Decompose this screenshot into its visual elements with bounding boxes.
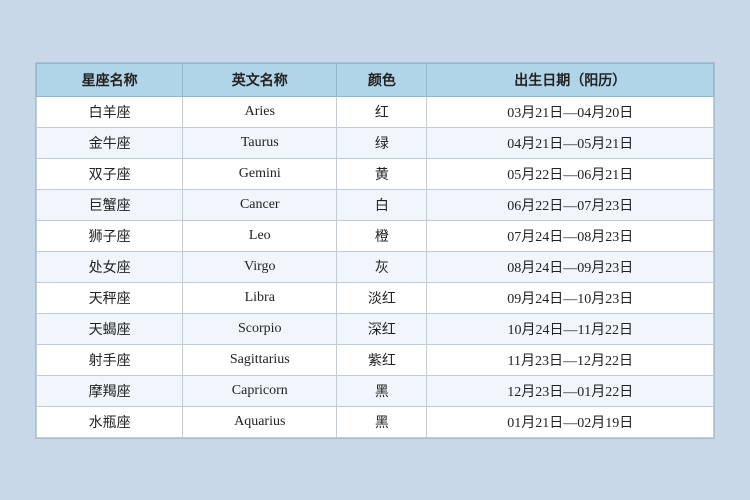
cell-chinese: 狮子座 bbox=[37, 220, 183, 251]
cell-english: Libra bbox=[183, 282, 337, 313]
col-header-dates: 出生日期（阳历） bbox=[427, 63, 714, 96]
col-header-chinese: 星座名称 bbox=[37, 63, 183, 96]
cell-color: 黑 bbox=[337, 406, 427, 437]
cell-english: Capricorn bbox=[183, 375, 337, 406]
cell-chinese: 天秤座 bbox=[37, 282, 183, 313]
zodiac-table: 星座名称 英文名称 颜色 出生日期（阳历） 白羊座Aries红03月21日—04… bbox=[36, 63, 714, 438]
cell-english: Gemini bbox=[183, 158, 337, 189]
table-row: 巨蟹座Cancer白06月22日—07月23日 bbox=[37, 189, 714, 220]
table-row: 白羊座Aries红03月21日—04月20日 bbox=[37, 96, 714, 127]
cell-dates: 07月24日—08月23日 bbox=[427, 220, 714, 251]
cell-english: Scorpio bbox=[183, 313, 337, 344]
cell-color: 绿 bbox=[337, 127, 427, 158]
cell-chinese: 金牛座 bbox=[37, 127, 183, 158]
cell-color: 深红 bbox=[337, 313, 427, 344]
cell-dates: 01月21日—02月19日 bbox=[427, 406, 714, 437]
table-row: 金牛座Taurus绿04月21日—05月21日 bbox=[37, 127, 714, 158]
col-header-color: 颜色 bbox=[337, 63, 427, 96]
cell-english: Leo bbox=[183, 220, 337, 251]
cell-english: Virgo bbox=[183, 251, 337, 282]
cell-dates: 03月21日—04月20日 bbox=[427, 96, 714, 127]
cell-dates: 04月21日—05月21日 bbox=[427, 127, 714, 158]
cell-chinese: 白羊座 bbox=[37, 96, 183, 127]
cell-chinese: 处女座 bbox=[37, 251, 183, 282]
table-row: 射手座Sagittarius紫红11月23日—12月22日 bbox=[37, 344, 714, 375]
cell-dates: 11月23日—12月22日 bbox=[427, 344, 714, 375]
table-header-row: 星座名称 英文名称 颜色 出生日期（阳历） bbox=[37, 63, 714, 96]
cell-color: 白 bbox=[337, 189, 427, 220]
cell-color: 黄 bbox=[337, 158, 427, 189]
cell-chinese: 巨蟹座 bbox=[37, 189, 183, 220]
cell-chinese: 双子座 bbox=[37, 158, 183, 189]
cell-color: 红 bbox=[337, 96, 427, 127]
zodiac-table-container: 星座名称 英文名称 颜色 出生日期（阳历） 白羊座Aries红03月21日—04… bbox=[35, 62, 715, 439]
cell-english: Aries bbox=[183, 96, 337, 127]
cell-dates: 10月24日—11月22日 bbox=[427, 313, 714, 344]
table-row: 处女座Virgo灰08月24日—09月23日 bbox=[37, 251, 714, 282]
cell-dates: 05月22日—06月21日 bbox=[427, 158, 714, 189]
cell-english: Taurus bbox=[183, 127, 337, 158]
table-row: 天秤座Libra淡红09月24日—10月23日 bbox=[37, 282, 714, 313]
cell-dates: 06月22日—07月23日 bbox=[427, 189, 714, 220]
table-row: 双子座Gemini黄05月22日—06月21日 bbox=[37, 158, 714, 189]
col-header-english: 英文名称 bbox=[183, 63, 337, 96]
cell-chinese: 摩羯座 bbox=[37, 375, 183, 406]
table-row: 狮子座Leo橙07月24日—08月23日 bbox=[37, 220, 714, 251]
cell-dates: 09月24日—10月23日 bbox=[427, 282, 714, 313]
cell-color: 紫红 bbox=[337, 344, 427, 375]
cell-english: Cancer bbox=[183, 189, 337, 220]
cell-dates: 08月24日—09月23日 bbox=[427, 251, 714, 282]
cell-chinese: 水瓶座 bbox=[37, 406, 183, 437]
table-row: 摩羯座Capricorn黑12月23日—01月22日 bbox=[37, 375, 714, 406]
table-row: 水瓶座Aquarius黑01月21日—02月19日 bbox=[37, 406, 714, 437]
cell-color: 橙 bbox=[337, 220, 427, 251]
cell-dates: 12月23日—01月22日 bbox=[427, 375, 714, 406]
cell-english: Aquarius bbox=[183, 406, 337, 437]
table-body: 白羊座Aries红03月21日—04月20日金牛座Taurus绿04月21日—0… bbox=[37, 96, 714, 437]
cell-color: 黑 bbox=[337, 375, 427, 406]
cell-english: Sagittarius bbox=[183, 344, 337, 375]
cell-chinese: 天蝎座 bbox=[37, 313, 183, 344]
table-row: 天蝎座Scorpio深红10月24日—11月22日 bbox=[37, 313, 714, 344]
cell-color: 淡红 bbox=[337, 282, 427, 313]
cell-color: 灰 bbox=[337, 251, 427, 282]
cell-chinese: 射手座 bbox=[37, 344, 183, 375]
